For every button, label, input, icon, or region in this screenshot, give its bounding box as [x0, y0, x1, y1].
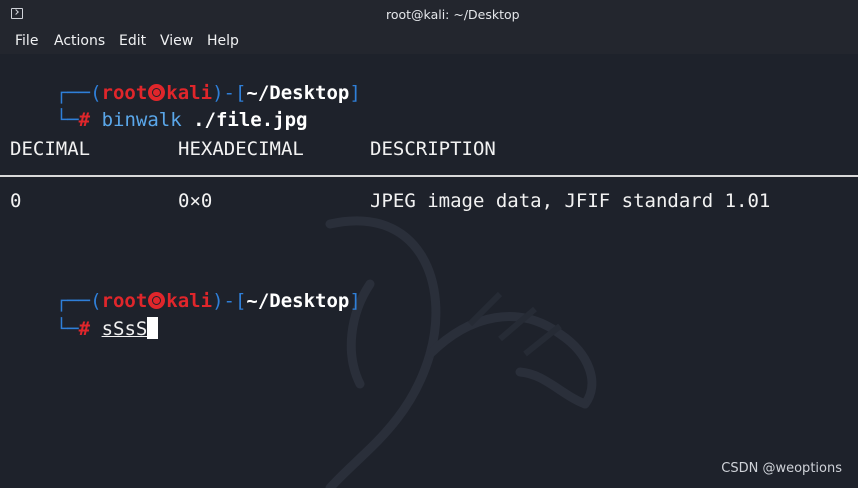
- window-title: root@kali: ~/Desktop: [386, 7, 520, 22]
- menu-edit[interactable]: Edit: [119, 33, 146, 49]
- prompt-close: ]: [349, 290, 361, 312]
- title-bar: root@kali: ~/Desktop: [0, 0, 858, 30]
- menu-help[interactable]: Help: [207, 33, 239, 49]
- prompt-close: ]: [349, 82, 361, 104]
- row-decimal: 0: [10, 190, 22, 212]
- command-arg: ./file.jpg: [193, 109, 308, 131]
- header-decimal: DECIMAL: [10, 138, 91, 160]
- text-cursor: [147, 317, 159, 339]
- prompt-host: kali: [166, 290, 213, 312]
- root-prompt-hash: #: [78, 109, 91, 131]
- root-prompt-hash: #: [78, 318, 91, 340]
- watermark-text: CSDN @weoptions: [721, 461, 842, 476]
- menu-actions[interactable]: Actions: [54, 33, 105, 49]
- header-description: DESCRIPTION: [370, 138, 496, 160]
- row-description: JPEG image data, JFIF standard 1.01: [370, 190, 771, 212]
- prompt-mid: )-[: [212, 290, 247, 312]
- terminal-area[interactable]: ┌──(root kali)-[~/Desktop] └─# binwalk ./…: [0, 54, 858, 488]
- prompt-path: ~/Desktop: [246, 290, 350, 312]
- command-line-2[interactable]: └─# sSsS: [10, 295, 159, 362]
- command-name: binwalk: [101, 109, 182, 131]
- menu-view[interactable]: View: [160, 33, 193, 49]
- menu-bar: File Actions Edit View Help: [0, 30, 858, 54]
- row-hex: 0×0: [178, 190, 213, 212]
- command-input[interactable]: sSsS: [102, 318, 148, 340]
- separator-line: [0, 175, 858, 177]
- menu-file[interactable]: File: [15, 33, 38, 49]
- header-hexadecimal: HEXADECIMAL: [178, 138, 304, 160]
